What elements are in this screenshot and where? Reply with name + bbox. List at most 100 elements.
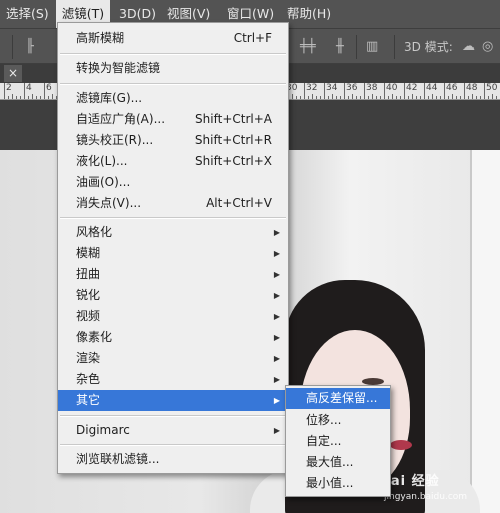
menu-item-shortcut: Ctrl+F bbox=[233, 31, 272, 45]
menu-item-lens-correction[interactable]: 镜头校正(R)... Shift+Ctrl+R bbox=[58, 130, 288, 151]
ruler-number: 2 bbox=[6, 83, 12, 93]
3d-mode-label: 3D 模式: bbox=[404, 40, 453, 54]
submenu-item-offset[interactable]: 位移... bbox=[286, 410, 390, 431]
ruler-tick bbox=[24, 83, 25, 99]
menu-item-noise[interactable]: 杂色 ▶ bbox=[58, 369, 288, 390]
close-icon[interactable]: × bbox=[4, 65, 22, 82]
menu-item-render[interactable]: 渲染 ▶ bbox=[58, 348, 288, 369]
menu-item-liquify[interactable]: 液化(L)... Shift+Ctrl+X bbox=[58, 151, 288, 172]
menu-item-shortcut: Shift+Ctrl+X bbox=[195, 154, 272, 168]
distribute-icon[interactable]: ╪╪ bbox=[300, 39, 316, 55]
ruler-tick bbox=[44, 83, 45, 99]
menu-help[interactable]: 帮助(H) bbox=[285, 0, 333, 28]
menu-item-label: 锐化 bbox=[76, 288, 101, 302]
ruler-tick bbox=[464, 83, 465, 99]
filter-menu: 高斯模糊 Ctrl+F 转换为智能滤镜 滤镜库(G)... 自适应广角(A)..… bbox=[57, 22, 289, 474]
menu-item-distort[interactable]: 扭曲 ▶ bbox=[58, 264, 288, 285]
menu-item-label: 自适应广角(A)... bbox=[76, 112, 166, 126]
menu-separator bbox=[60, 217, 286, 219]
menu-item-last-filter[interactable]: 高斯模糊 Ctrl+F bbox=[58, 28, 288, 49]
menu-item-oil-paint[interactable]: 油画(O)... bbox=[58, 172, 288, 193]
ruler-tick bbox=[484, 83, 485, 99]
3d-rotate-icon[interactable]: ☁ bbox=[462, 39, 475, 55]
ruler-tick bbox=[4, 83, 5, 99]
submenu-arrow-icon: ▶ bbox=[273, 354, 280, 363]
menu-item-label: 渲染 bbox=[76, 351, 101, 365]
submenu-item-maximum[interactable]: 最大值... bbox=[286, 452, 390, 473]
submenu-item-label: 最大值... bbox=[306, 455, 354, 469]
menu-item-label: 消失点(V)... bbox=[76, 196, 142, 210]
menu-item-label: 扭曲 bbox=[76, 267, 101, 281]
ruler-number: 4 bbox=[26, 83, 32, 93]
ruler-tick bbox=[52, 94, 53, 99]
submenu-item-label: 最小值... bbox=[306, 476, 354, 490]
menu-item-adaptive-wide[interactable]: 自适应广角(A)... Shift+Ctrl+A bbox=[58, 109, 288, 130]
menu-item-label: 滤镜库(G)... bbox=[76, 91, 143, 105]
3d-roll-icon[interactable]: ◎ bbox=[482, 39, 493, 55]
ruler-tick bbox=[480, 96, 481, 99]
ruler-tick bbox=[12, 94, 13, 99]
menu-item-other[interactable]: 其它 ▶ bbox=[58, 390, 288, 411]
ruler-number: 42 bbox=[406, 83, 418, 93]
ruler-tick bbox=[316, 96, 317, 99]
menu-item-stylize[interactable]: 风格化 ▶ bbox=[58, 222, 288, 243]
ruler-tick bbox=[300, 96, 301, 99]
ruler-number: 50 bbox=[486, 83, 498, 93]
menu-item-label: 液化(L)... bbox=[76, 154, 128, 168]
menu-select[interactable]: 选择(S) bbox=[4, 0, 51, 28]
menu-item-label: 风格化 bbox=[76, 225, 113, 239]
ruler-tick bbox=[36, 96, 37, 99]
ruler-tick bbox=[20, 96, 21, 99]
ruler-tick bbox=[340, 96, 341, 99]
submenu-item-label: 高反差保留... bbox=[306, 391, 378, 405]
menu-item-vanishing-point[interactable]: 消失点(V)... Alt+Ctrl+V bbox=[58, 193, 288, 214]
menu-item-label: 杂色 bbox=[76, 372, 101, 386]
ruler-number: 6 bbox=[46, 83, 52, 93]
menu-item-label: 模糊 bbox=[76, 246, 101, 260]
ruler-tick bbox=[492, 94, 493, 99]
divider bbox=[12, 35, 13, 59]
ruler-tick bbox=[408, 96, 409, 99]
menu-item-digimarc[interactable]: Digimarc ▶ bbox=[58, 420, 288, 441]
ruler-number: 34 bbox=[326, 83, 338, 93]
align-left-icon[interactable]: ╟ bbox=[26, 39, 34, 55]
menu-separator bbox=[60, 53, 286, 55]
menu-item-gallery[interactable]: 滤镜库(G)... bbox=[58, 88, 288, 109]
baidu-watermark: Bai 经验 jingyan.baidu.com bbox=[380, 470, 498, 510]
ruler-tick bbox=[416, 96, 417, 99]
menu-item-shortcut: Alt+Ctrl+V bbox=[206, 196, 272, 210]
submenu-item-custom[interactable]: 自定... bbox=[286, 431, 390, 452]
ruler-tick bbox=[360, 96, 361, 99]
ruler-tick bbox=[352, 94, 353, 99]
menu-item-sharpen[interactable]: 锐化 ▶ bbox=[58, 285, 288, 306]
ruler-tick bbox=[304, 83, 305, 99]
menu-item-blur[interactable]: 模糊 ▶ bbox=[58, 243, 288, 264]
ruler-tick bbox=[440, 96, 441, 99]
ruler-tick bbox=[48, 96, 49, 99]
menu-item-label: Digimarc bbox=[76, 423, 130, 437]
menu-item-browse-online[interactable]: 浏览联机滤镜... bbox=[58, 449, 288, 470]
submenu-item-high-pass[interactable]: 高反差保留... bbox=[286, 388, 390, 409]
submenu-item-label: 位移... bbox=[306, 413, 342, 427]
other-submenu: 高反差保留... 位移... 自定... 最大值... 最小值... bbox=[285, 385, 391, 497]
ruler-tick bbox=[392, 94, 393, 99]
menu-item-label: 油画(O)... bbox=[76, 175, 131, 189]
menu-separator bbox=[60, 415, 286, 417]
ruler-tick bbox=[32, 94, 33, 99]
menu-item-pixelate[interactable]: 像素化 ▶ bbox=[58, 327, 288, 348]
menu-item-convert-smart[interactable]: 转换为智能滤镜 bbox=[58, 58, 288, 79]
ruler-number: 48 bbox=[466, 83, 478, 93]
ruler-tick bbox=[364, 83, 365, 99]
ruler-tick bbox=[368, 96, 369, 99]
menu-item-video[interactable]: 视频 ▶ bbox=[58, 306, 288, 327]
submenu-arrow-icon: ▶ bbox=[273, 291, 280, 300]
ruler-number: 36 bbox=[346, 83, 358, 93]
ruler-tick bbox=[420, 96, 421, 99]
ruler-tick bbox=[388, 96, 389, 99]
submenu-item-minimum[interactable]: 最小值... bbox=[286, 473, 390, 494]
menu-item-shortcut: Shift+Ctrl+R bbox=[194, 133, 272, 147]
distribute-h-icon[interactable]: ╫ bbox=[336, 39, 344, 55]
submenu-arrow-icon: ▶ bbox=[273, 228, 280, 237]
menu-item-label: 像素化 bbox=[76, 330, 113, 344]
auto-align-icon[interactable]: ▥ bbox=[366, 39, 378, 55]
